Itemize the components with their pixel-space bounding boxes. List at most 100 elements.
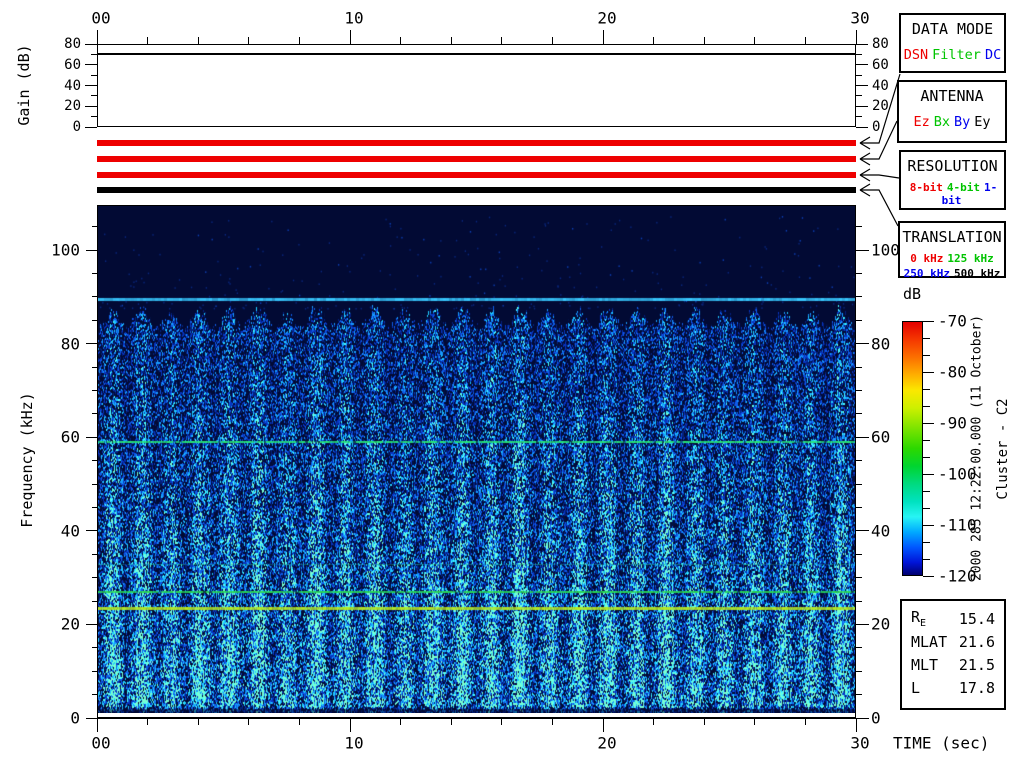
freq-minor-tick [856,389,862,391]
colorbar-major-tick [923,473,934,475]
freq-tick-label: 20 [871,614,891,634]
ephemeris-label: MLT [911,655,939,674]
mode-option-filter: Filter [932,47,981,63]
wbd-spectrogram-window: Gain (dB) Frequency (kHz) 00 10 20 30 0 0 20 2… [0,0,1024,768]
freq-minor-tick [856,413,862,415]
gain-minor-tick [91,116,97,118]
colorbar-minor-tick [923,456,930,458]
freq-minor-tick [92,670,97,672]
gain-minor-tick [91,53,97,55]
mode-box-options: 250 kHz 500 kHz [900,267,1004,280]
gain-major-tick [85,126,97,128]
bottom-axis-line [97,718,856,719]
time-minor-tick [653,37,655,44]
colorbar-major-tick [923,371,934,373]
time-minor-tick [804,718,806,725]
freq-tick-label: 100 [871,240,900,260]
time-minor-tick [400,37,402,44]
gain-tick-label: 60 [64,56,81,73]
colorbar-minor-tick [923,405,930,407]
freq-minor-tick [92,413,97,415]
mode-box-options: DSN Filter DC [901,47,1004,63]
gain-panel [97,44,856,127]
freq-minor-tick [856,577,862,579]
time-major-tick [349,718,351,732]
colorbar-tick-label: -90 [938,413,967,433]
freq-tick-label: 20 [60,614,80,634]
freq-major-tick [86,530,97,532]
mode-box-antenna: ANTENNA Ez Bx By Ey [897,80,1007,143]
colorbar-minor-tick [923,558,930,560]
mode-option-500-khz: 500 kHz [954,267,1001,280]
mode-box-resolution: RESOLUTION 8-bit 4-bit 1-bit [899,150,1006,210]
freq-minor-tick [92,389,97,391]
status-bar-resolution [97,172,856,178]
freq-minor-tick [92,319,97,321]
mode-option-ey: Ey [974,114,991,130]
colorbar-tick-label: -70 [938,311,967,331]
time-minor-tick [450,37,452,44]
freq-minor-tick [856,366,862,368]
time-minor-tick [754,37,756,44]
gain-major-tick [85,105,97,107]
spectrogram-canvas [98,206,855,713]
colorbar-minor-tick [923,507,930,509]
freq-tick-label: 40 [60,521,80,541]
mode-option-bx: Bx [933,114,950,130]
colorbar-major-tick [923,524,934,526]
time-minor-tick [450,718,452,725]
freq-minor-tick [92,226,97,228]
mode-box-options: Ez Bx By Ey [899,114,1005,130]
gain-minor-tick [91,95,97,97]
freq-minor-tick [856,647,862,649]
freq-major-tick [86,436,97,438]
time-axis-label: TIME (sec) [893,733,990,753]
time-major-tick [602,30,604,44]
colorbar [902,321,923,576]
time-minor-tick [147,718,149,725]
time-tick-label: 20 [597,733,617,753]
colorbar-major-tick [923,575,934,577]
ephemeris-label: L [911,678,921,697]
freq-major-tick [856,249,869,251]
mode-option-250-khz: 250 kHz [903,267,950,280]
gain-level-line [98,53,855,56]
mode-box-title: RESOLUTION [907,157,998,175]
datetime-text: 2000 285 12:22:00.000 (11 October) [969,314,985,582]
colorbar-minor-tick [923,337,930,339]
freq-major-tick [86,717,97,719]
mode-box-options: 8-bit 4-bit 1-bit [901,181,1004,207]
freq-minor-tick [856,460,862,462]
time-minor-tick [703,718,705,725]
time-minor-tick [197,37,199,44]
freq-minor-tick [92,577,97,579]
freq-tick-label: 80 [60,334,80,354]
mode-option-4-bit: 4-bit [946,181,980,194]
time-minor-tick [197,718,199,725]
mode-option-0-khz: 0 kHz [910,252,944,265]
time-minor-tick [400,718,402,725]
freq-tick-label: 0 [70,708,80,728]
freq-minor-tick [92,694,97,696]
time-minor-tick [298,718,300,725]
gain-minor-tick [91,74,97,76]
mode-option-dsn: DSN [903,47,929,63]
time-minor-tick [501,718,503,725]
gain-tick-label: 0 [72,119,81,135]
freq-minor-tick [856,319,862,321]
time-minor-tick [147,37,149,44]
freq-major-tick [86,343,97,345]
status-arrow [859,183,899,227]
time-minor-tick [653,718,655,725]
freq-major-tick [86,249,97,251]
time-major-tick [349,30,351,44]
mode-box-options: 0 kHz 125 kHz [900,252,1004,265]
ephemeris-label: RE [911,608,927,629]
ephemeris-row: L 17.8 [902,676,1004,699]
time-minor-tick [298,37,300,44]
mode-box-translation: TRANSLATION 0 kHz 125 kHz 250 kHz 500 kHz [898,221,1006,280]
freq-minor-tick [856,226,862,228]
freq-minor-tick [92,272,97,274]
colorbar-major-tick [923,422,934,424]
time-major-tick [855,718,857,732]
